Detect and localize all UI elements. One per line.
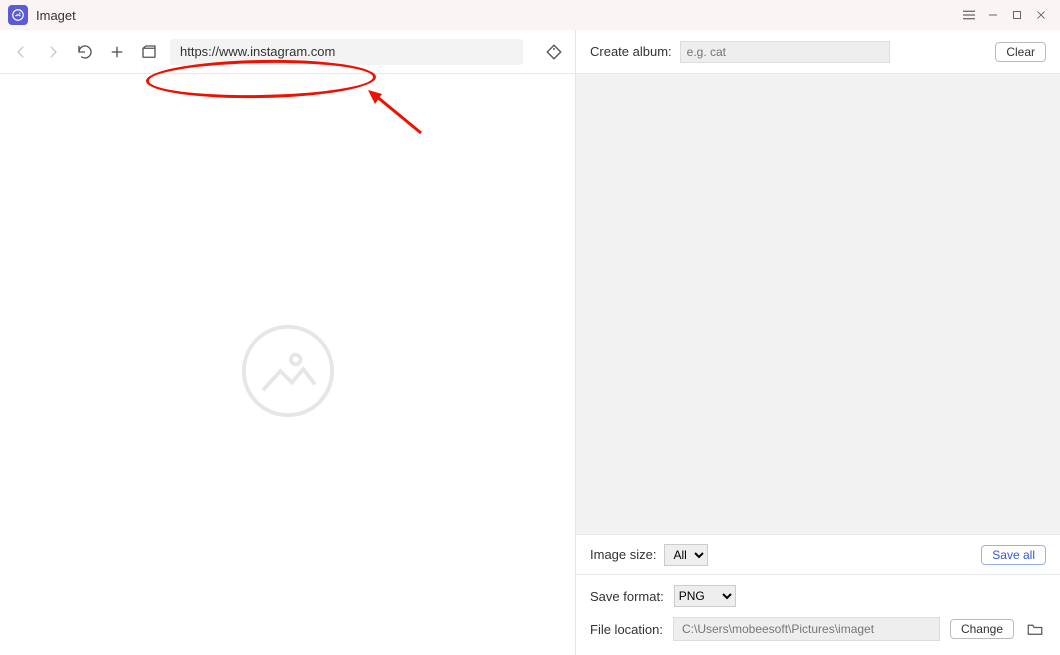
- album-row: Create album: Clear: [576, 30, 1060, 74]
- tag-icon[interactable]: [543, 41, 565, 63]
- empty-image-placeholder-icon: [240, 323, 336, 419]
- annotation-arrow: [366, 88, 426, 138]
- clear-button[interactable]: Clear: [995, 42, 1046, 62]
- browser-toolbar: [0, 30, 575, 74]
- close-button[interactable]: [1030, 4, 1052, 26]
- main-area: Create album: Clear Image size: All Save…: [0, 30, 1060, 655]
- tabs-icon[interactable]: [138, 41, 160, 63]
- create-album-label: Create album:: [590, 44, 672, 59]
- image-size-select[interactable]: All: [664, 544, 708, 566]
- side-panel: Create album: Clear Image size: All Save…: [576, 30, 1060, 655]
- browser-pane: [0, 30, 576, 655]
- file-location-input[interactable]: [673, 617, 940, 641]
- back-button[interactable]: [10, 41, 32, 63]
- hamburger-icon[interactable]: [958, 4, 980, 26]
- open-folder-icon[interactable]: [1024, 618, 1046, 640]
- save-settings: Save format: PNG File location: Change: [576, 574, 1060, 655]
- album-name-input[interactable]: [680, 41, 890, 63]
- thumbnails-area: [576, 74, 1060, 534]
- app-icon: [8, 5, 28, 25]
- app-title: Imaget: [36, 8, 76, 23]
- address-input[interactable]: [180, 44, 513, 59]
- maximize-button[interactable]: [1006, 4, 1028, 26]
- title-bar: Imaget: [0, 0, 1060, 30]
- save-format-select[interactable]: PNG: [674, 585, 736, 607]
- forward-button[interactable]: [42, 41, 64, 63]
- change-location-button[interactable]: Change: [950, 619, 1014, 639]
- new-tab-button[interactable]: [106, 41, 128, 63]
- image-size-label: Image size:: [590, 547, 656, 562]
- minimize-button[interactable]: [982, 4, 1004, 26]
- file-location-label: File location:: [590, 622, 663, 637]
- image-size-row: Image size: All Save all: [576, 534, 1060, 574]
- address-bar[interactable]: [170, 39, 523, 65]
- reload-button[interactable]: [74, 41, 96, 63]
- save-all-button[interactable]: Save all: [981, 545, 1046, 565]
- save-format-label: Save format:: [590, 589, 664, 604]
